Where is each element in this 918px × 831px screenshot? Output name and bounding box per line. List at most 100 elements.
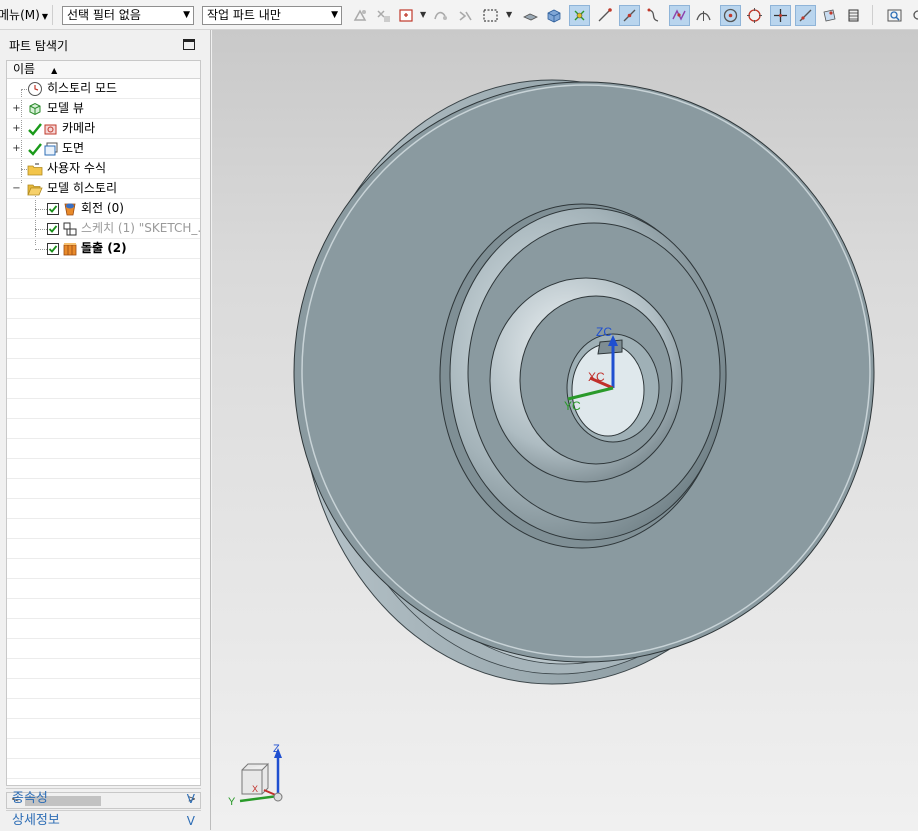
expand-icon[interactable]: + bbox=[12, 119, 21, 138]
checkbox-checked-icon[interactable] bbox=[47, 222, 59, 235]
tree-item-cameras[interactable]: + 카메라 bbox=[7, 119, 200, 139]
tree-empty-row bbox=[7, 259, 200, 279]
tree-item-history-mode[interactable]: 히스토리 모드 bbox=[7, 79, 200, 99]
revolve-icon bbox=[62, 201, 78, 217]
tree-item-label: 스케치 (1) "SKETCH_... bbox=[81, 221, 201, 235]
triad-z-label: Z bbox=[273, 743, 280, 755]
point-on-face-icon[interactable] bbox=[795, 5, 816, 26]
rectangle-select-icon[interactable] bbox=[480, 5, 501, 26]
tree-item-model-history[interactable]: − 모델 히스토리 bbox=[7, 179, 200, 199]
camera-icon bbox=[43, 121, 59, 137]
tree-empty-row bbox=[7, 379, 200, 399]
chevron-down-icon[interactable]: ▼ bbox=[506, 10, 512, 19]
chevron-down-icon: ▼ bbox=[183, 10, 190, 20]
chevron-down-icon: ▼ bbox=[41, 12, 48, 21]
menu-label: 메뉴(M) bbox=[0, 8, 40, 22]
shaded-body-icon[interactable] bbox=[520, 5, 541, 26]
section-details[interactable]: 상세정보 V bbox=[6, 810, 201, 830]
tree-item-label: 모델 뷰 bbox=[47, 101, 84, 115]
tree-empty-row bbox=[7, 599, 200, 619]
collapse-icon[interactable]: − bbox=[12, 179, 21, 198]
tree-empty-row bbox=[7, 759, 200, 779]
tree-item-label: 사용자 수식 bbox=[47, 161, 107, 175]
tree-connector bbox=[35, 249, 47, 250]
chevron-down-icon[interactable]: ▼ bbox=[420, 10, 426, 19]
tree-empty-row bbox=[7, 519, 200, 539]
section-label: 상세정보 bbox=[12, 813, 60, 828]
tree-item-extrude[interactable]: 돌출 (2) bbox=[7, 239, 200, 259]
tree-empty-row bbox=[7, 699, 200, 719]
view-triad[interactable]: Z Y X bbox=[228, 743, 283, 808]
tree-item-user-expressions[interactable]: 사용자 수식 bbox=[7, 159, 200, 179]
top-toolbar: 메뉴(M) ▼ 선택 필터 없음 ▼ 작업 파트 내만 ▼ ▼ ▼ bbox=[0, 0, 918, 30]
endpoint-icon[interactable] bbox=[594, 5, 615, 26]
fit-view-icon[interactable] bbox=[884, 5, 905, 26]
tree-empty-row bbox=[7, 679, 200, 699]
clock-icon bbox=[27, 81, 43, 97]
graphics-viewport[interactable]: ZC XC YC Z Y X bbox=[212, 30, 918, 830]
extrude-icon bbox=[62, 241, 78, 257]
tree-item-drawings[interactable]: + 도면 bbox=[7, 139, 200, 159]
tree-empty-row bbox=[7, 299, 200, 319]
selection-scope-value: 작업 파트 내만 bbox=[207, 8, 281, 22]
part-navigator-tree[interactable]: 이름 ▲ 히스토리 모드 + 모델 뷰 + 카메라 + 도면 사용자 수식 − … bbox=[6, 60, 201, 786]
tree-empty-row bbox=[7, 439, 200, 459]
tree-item-label: 돌출 (2) bbox=[81, 241, 127, 255]
section-label: 종속성 bbox=[12, 791, 48, 806]
selection-scope-dropdown[interactable]: 작업 파트 내만 ▼ bbox=[202, 6, 342, 25]
tree-item-model-views[interactable]: + 모델 뷰 bbox=[7, 99, 200, 119]
select-connected-icon[interactable] bbox=[455, 5, 476, 26]
column-header-label: 이름 bbox=[13, 62, 36, 76]
tree-item-sketch[interactable]: 스케치 (1) "SKETCH_... bbox=[7, 219, 200, 239]
zoom-icon[interactable] bbox=[908, 5, 918, 26]
folder-expression-icon bbox=[27, 161, 43, 177]
tree-empty-row bbox=[7, 279, 200, 299]
maximize-icon[interactable] bbox=[183, 39, 195, 50]
csys-zc-label: ZC bbox=[596, 325, 612, 339]
selection-box-icon[interactable] bbox=[396, 5, 417, 26]
menu-button[interactable]: 메뉴(M) ▼ bbox=[0, 6, 48, 23]
chevron-down-icon[interactable]: V bbox=[187, 789, 195, 809]
tree-connector bbox=[35, 209, 47, 210]
tree-empty-row bbox=[7, 319, 200, 339]
tree-item-label: 회전 (0) bbox=[81, 201, 124, 215]
midpoint-icon[interactable] bbox=[619, 5, 640, 26]
tree-empty-row bbox=[7, 459, 200, 479]
select-similar-icon[interactable] bbox=[430, 5, 451, 26]
expand-icon[interactable]: + bbox=[12, 99, 21, 118]
tree-connector bbox=[35, 229, 47, 230]
column-header-name[interactable]: 이름 ▲ bbox=[7, 61, 200, 79]
checkbox-checked-icon[interactable] bbox=[47, 242, 59, 255]
solid-body-icon[interactable] bbox=[543, 5, 564, 26]
pulley-model[interactable]: ZC XC YC Z Y X bbox=[212, 30, 918, 830]
snap-features-icon[interactable] bbox=[350, 5, 371, 26]
point-on-curve-icon[interactable] bbox=[770, 5, 791, 26]
sort-ascending-icon: ▲ bbox=[51, 66, 58, 75]
tree-item-label: 히스토리 모드 bbox=[47, 81, 118, 95]
control-point-icon[interactable] bbox=[643, 5, 664, 26]
tree-item-label: 카메라 bbox=[62, 121, 96, 135]
tree-item-label: 도면 bbox=[62, 141, 85, 155]
filter-face-icon[interactable] bbox=[373, 5, 394, 26]
drawing-icon bbox=[43, 141, 59, 157]
expand-icon[interactable]: + bbox=[12, 139, 21, 158]
chevron-down-icon: ▼ bbox=[331, 10, 338, 20]
selection-filter-dropdown[interactable]: 선택 필터 없음 ▼ bbox=[62, 6, 194, 25]
toolbar-separator bbox=[52, 5, 53, 25]
tree-item-revolve[interactable]: 회전 (0) bbox=[7, 199, 200, 219]
snap-point-icon[interactable] bbox=[569, 5, 590, 26]
tree-item-label: 모델 히스토리 bbox=[47, 181, 118, 195]
section-dependencies[interactable]: 종속성 V bbox=[6, 788, 201, 808]
intersection-point-icon[interactable] bbox=[669, 5, 690, 26]
view-orient-icon[interactable] bbox=[843, 5, 864, 26]
checkbox-checked-icon[interactable] bbox=[47, 202, 59, 215]
csys-yc-label: YC bbox=[564, 399, 581, 413]
chevron-down-icon[interactable]: V bbox=[187, 811, 195, 831]
csys-xc-label: XC bbox=[588, 370, 605, 384]
tree-empty-row bbox=[7, 719, 200, 739]
quadrant-point-icon[interactable] bbox=[744, 5, 765, 26]
arc-center-icon[interactable] bbox=[693, 5, 714, 26]
face-select-icon[interactable] bbox=[819, 5, 840, 26]
circle-center-icon[interactable] bbox=[720, 5, 741, 26]
checkmark-icon bbox=[27, 141, 43, 157]
